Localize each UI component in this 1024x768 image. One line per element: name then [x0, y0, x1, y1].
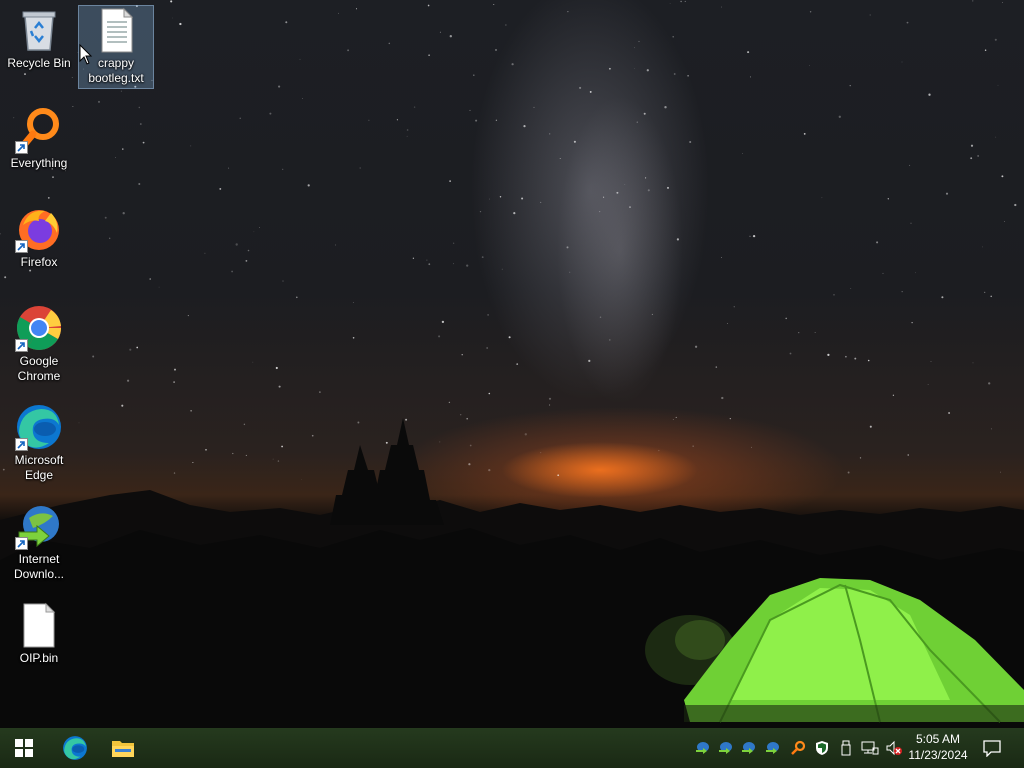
- desktop-icon-firefox[interactable]: Firefox: [2, 205, 76, 270]
- taskbar-edge-button[interactable]: [51, 728, 99, 768]
- desktop-icon-recycle-bin[interactable]: Recycle Bin: [2, 6, 76, 71]
- windows-security-icon[interactable]: [813, 740, 831, 756]
- edge-icon: [15, 403, 63, 451]
- firefox-icon: [15, 205, 63, 253]
- mouse-cursor-icon: [79, 44, 93, 65]
- everything-search-icon: [15, 106, 63, 154]
- idm-tray-icon[interactable]: [740, 740, 758, 756]
- shortcut-arrow-icon: [15, 141, 28, 154]
- network-icon[interactable]: [861, 740, 879, 756]
- clock-time: 5:05 AM: [915, 732, 961, 746]
- clock-date: 11/23/2024: [908, 748, 968, 762]
- desktop-icon-microsoft-edge[interactable]: Microsoft Edge: [2, 403, 76, 483]
- desktop-icon-everything[interactable]: Everything: [2, 106, 76, 171]
- windows-start-icon: [15, 739, 33, 757]
- blank-file-icon: [15, 601, 63, 649]
- recycle-bin-icon: [15, 6, 63, 54]
- folder-icon: [112, 741, 134, 757]
- system-clock[interactable]: 5:05 AM 11/23/2024: [902, 731, 974, 763]
- desktop-icon-oip-bin[interactable]: OIP.bin: [2, 601, 76, 666]
- shortcut-arrow-icon: [15, 240, 28, 253]
- everything-tray-icon[interactable]: [789, 740, 807, 756]
- action-center-icon: [983, 739, 1001, 757]
- desktop-icon-label: Recycle Bin: [7, 56, 71, 70]
- taskbar-file-explorer-button[interactable]: [99, 728, 147, 768]
- volume-muted-icon[interactable]: [885, 740, 903, 756]
- usb-drive-icon[interactable]: [837, 740, 855, 756]
- desktop-icon-label: Internet Downlo...: [13, 552, 65, 581]
- idm-tray-icon[interactable]: [764, 740, 782, 756]
- desktop-icon-label: Google Chrome: [17, 354, 61, 383]
- desktop[interactable]: Recycle Bin crappy bootleg.txt Everythin…: [0, 0, 1024, 728]
- start-button[interactable]: [0, 728, 48, 768]
- text-file-icon: [92, 6, 140, 54]
- shortcut-arrow-icon: [15, 339, 28, 352]
- desktop-icon-google-chrome[interactable]: Google Chrome: [2, 304, 76, 384]
- idm-tray-icon[interactable]: [694, 740, 712, 756]
- chrome-icon: [15, 304, 63, 352]
- taskbar: 5:05 AM 11/23/2024: [0, 728, 1024, 768]
- desktop-icon-internet-download-manager[interactable]: Internet Downlo...: [2, 502, 76, 582]
- shortcut-arrow-icon: [15, 438, 28, 451]
- idm-tray-icon[interactable]: [717, 740, 735, 756]
- action-center-button[interactable]: [978, 728, 1006, 768]
- internet-download-manager-icon: [15, 502, 63, 550]
- desktop-icon-label: Firefox: [20, 255, 58, 269]
- wallpaper-landscape: [0, 418, 1024, 728]
- desktop-icon-label: Everything: [10, 156, 68, 170]
- desktop-icon-label: Microsoft Edge: [14, 453, 64, 482]
- desktop-icon-label: OIP.bin: [19, 651, 59, 665]
- shortcut-arrow-icon: [15, 537, 28, 550]
- edge-icon: [63, 736, 87, 760]
